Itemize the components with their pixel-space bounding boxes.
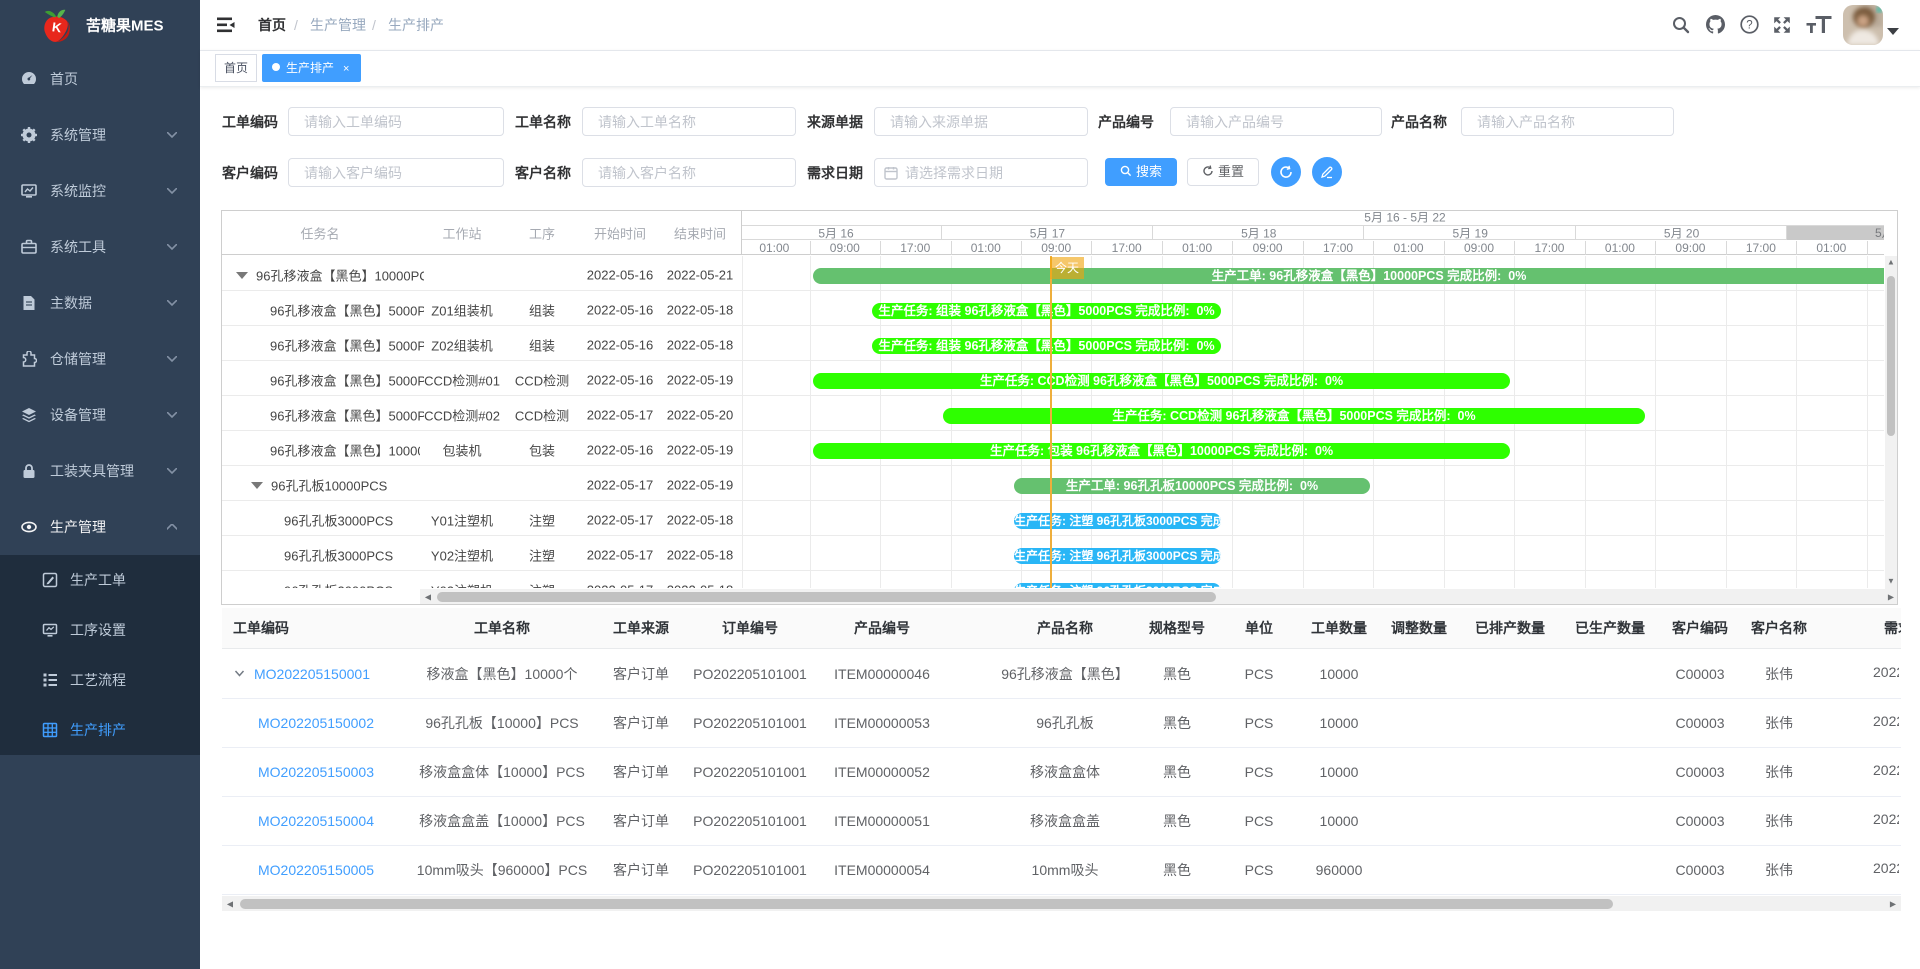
svg-text:?: ? xyxy=(1746,20,1752,32)
